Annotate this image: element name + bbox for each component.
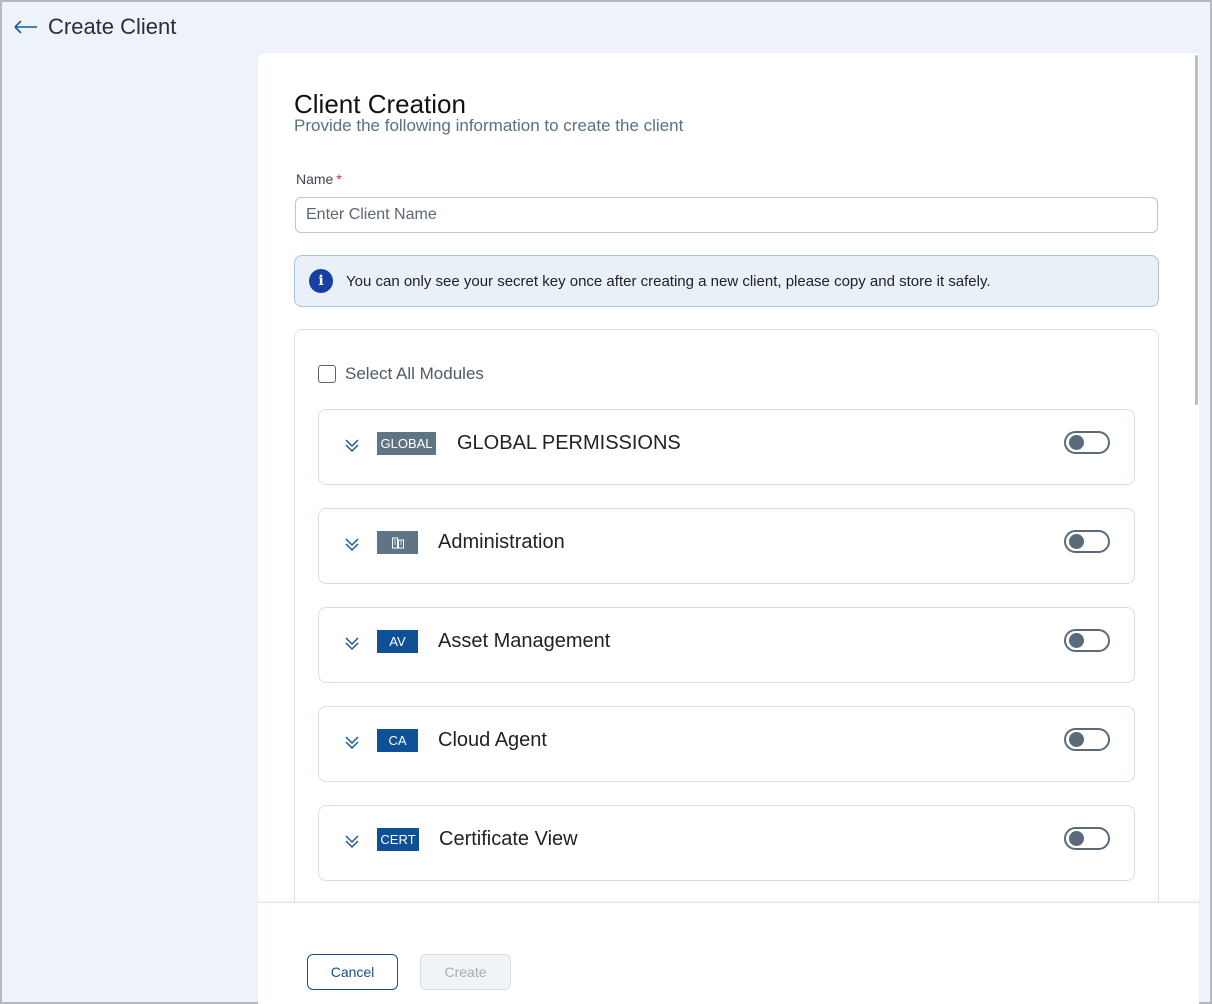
toggle-knob xyxy=(1069,831,1084,846)
name-label-text: Name xyxy=(296,171,334,187)
module-badge-cert: CERT xyxy=(377,828,419,851)
module-toggle[interactable] xyxy=(1064,629,1110,652)
module-badge-global: GLOBAL xyxy=(377,432,436,455)
required-marker: * xyxy=(336,171,342,187)
module-card-certificate-view: CERT Certificate View xyxy=(318,805,1135,881)
module-badge-ca: CA xyxy=(377,729,418,752)
expand-chevron-icon[interactable] xyxy=(343,436,363,458)
create-button[interactable]: Create xyxy=(420,954,511,990)
cancel-button[interactable]: Cancel xyxy=(307,954,398,990)
toggle-knob xyxy=(1069,534,1084,549)
page-header: Create Client xyxy=(14,12,176,42)
module-badge-av: AV xyxy=(377,630,418,653)
toggle-knob xyxy=(1069,633,1084,648)
module-label: Cloud Agent xyxy=(438,729,547,751)
info-text: You can only see your secret key once af… xyxy=(346,272,991,290)
module-card-asset-management: AV Asset Management xyxy=(318,607,1135,683)
arrow-left-icon[interactable] xyxy=(14,17,38,37)
module-toggle[interactable] xyxy=(1064,530,1110,553)
select-all-modules[interactable]: Select All Modules xyxy=(318,364,484,384)
form-subtitle: Provide the following information to cre… xyxy=(294,116,684,135)
module-card-global-permissions: GLOBAL GLOBAL PERMISSIONS xyxy=(318,409,1135,485)
module-label: Administration xyxy=(438,531,565,553)
expand-chevron-icon[interactable] xyxy=(343,733,363,755)
module-toggle[interactable] xyxy=(1064,827,1110,850)
info-banner: i You can only see your secret key once … xyxy=(294,255,1159,307)
select-all-label: Select All Modules xyxy=(345,364,484,383)
expand-chevron-icon[interactable] xyxy=(343,832,363,854)
page-title: Create Client xyxy=(48,14,177,39)
module-label: Asset Management xyxy=(438,630,611,652)
client-name-input[interactable] xyxy=(295,197,1158,233)
building-icon xyxy=(377,531,418,554)
name-label: Name * xyxy=(296,171,342,187)
select-all-checkbox[interactable] xyxy=(318,365,336,383)
module-label: Certificate View xyxy=(439,828,578,850)
info-icon: i xyxy=(309,269,333,293)
module-toggle[interactable] xyxy=(1064,431,1110,454)
module-label: GLOBAL PERMISSIONS xyxy=(457,432,681,454)
form-footer: Cancel Create xyxy=(258,902,1199,1004)
module-card-administration: Administration xyxy=(318,508,1135,584)
module-toggle[interactable] xyxy=(1064,728,1110,751)
form-panel: Client Creation Provide the following in… xyxy=(258,53,1198,1002)
scrollbar-thumb[interactable] xyxy=(1195,55,1198,405)
expand-chevron-icon[interactable] xyxy=(343,535,363,557)
toggle-knob xyxy=(1069,435,1084,450)
toggle-knob xyxy=(1069,732,1084,747)
module-card-cloud-agent: CA Cloud Agent xyxy=(318,706,1135,782)
expand-chevron-icon[interactable] xyxy=(343,634,363,656)
